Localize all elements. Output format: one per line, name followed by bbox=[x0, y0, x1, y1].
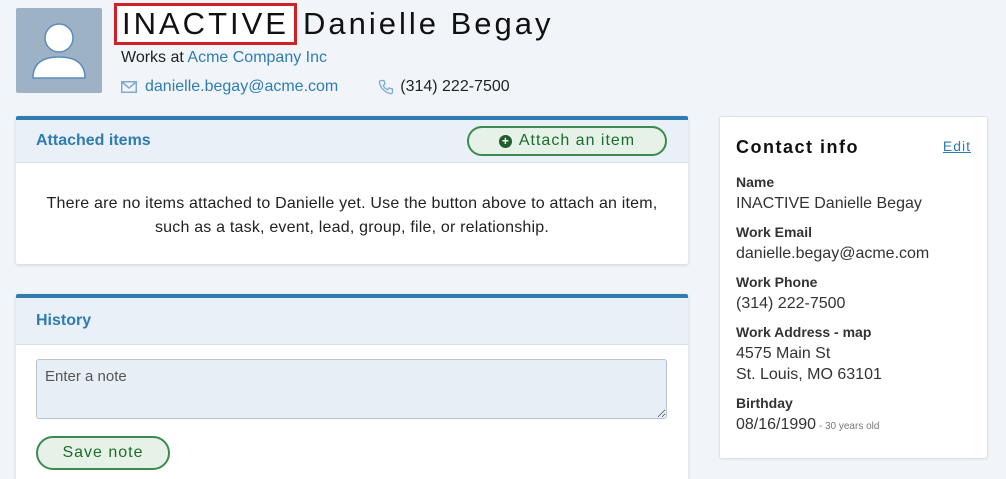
contact-name: Danielle Begay bbox=[302, 6, 554, 41]
works-at-prefix: Works at bbox=[121, 49, 184, 66]
works-at-line: Works at Acme Company Inc bbox=[121, 49, 327, 67]
birthday-label: Birthday bbox=[736, 395, 793, 411]
attached-items-card: Attached items + Attach an item There ar… bbox=[16, 116, 688, 264]
work-address-label: Work Address bbox=[736, 324, 831, 340]
birthday-value: 08/16/1990 bbox=[736, 416, 817, 433]
phone-icon bbox=[378, 79, 394, 95]
attached-items-empty-message: There are no items attached to Danielle … bbox=[46, 195, 658, 236]
work-phone-value[interactable]: (314) 222-7500 bbox=[736, 293, 845, 314]
contact-info-panel: Contact info Edit Name INACTIVE Danielle… bbox=[719, 116, 988, 459]
avatar bbox=[16, 8, 102, 93]
name-field: Name INACTIVE Danielle Begay bbox=[736, 173, 922, 214]
birthday-row: 08/16/1990 - 30 years old bbox=[736, 414, 879, 437]
history-header: History bbox=[16, 298, 688, 345]
address-line-2: St. Louis, MO 63101 bbox=[736, 366, 882, 383]
email-link[interactable]: danielle.begay@acme.com bbox=[145, 78, 338, 96]
work-phone-field: Work Phone (314) 222-7500 bbox=[736, 273, 845, 314]
age-note: - 30 years old bbox=[816, 421, 880, 432]
work-phone-label: Work Phone bbox=[736, 274, 818, 290]
page-title: INACTIVE Danielle Begay bbox=[114, 2, 554, 46]
note-input[interactable] bbox=[36, 359, 667, 419]
save-note-button[interactable]: Save note bbox=[36, 436, 170, 470]
plus-circle-icon: + bbox=[498, 134, 512, 148]
phone-number[interactable]: (314) 222-7500 bbox=[400, 78, 509, 96]
contact-quick-links: danielle.begay@acme.com (314) 222-7500 bbox=[121, 77, 510, 97]
work-email-label: Work Email bbox=[736, 224, 812, 240]
person-placeholder-icon bbox=[32, 23, 86, 79]
attach-item-label: Attach an item bbox=[518, 132, 636, 149]
attached-items-title: Attached items bbox=[36, 132, 151, 149]
address-line-1: 4575 Main St bbox=[736, 345, 831, 362]
history-title: History bbox=[36, 312, 92, 329]
envelope-icon bbox=[121, 81, 137, 93]
work-email-value[interactable]: danielle.begay@acme.com bbox=[736, 243, 929, 264]
birthday-field: Birthday 08/16/1990 - 30 years old bbox=[736, 394, 879, 437]
map-link[interactable]: map bbox=[843, 324, 872, 340]
name-value: INACTIVE Danielle Begay bbox=[736, 195, 922, 212]
edit-contact-link[interactable]: Edit bbox=[943, 138, 971, 154]
address-separator: - bbox=[830, 324, 843, 340]
history-card: History Save note bbox=[16, 294, 688, 479]
name-label: Name bbox=[736, 174, 775, 190]
contact-info-title: Contact info bbox=[736, 137, 859, 157]
work-email-field: Work Email danielle.begay@acme.com bbox=[736, 223, 929, 264]
company-link[interactable]: Acme Company Inc bbox=[187, 49, 327, 66]
inactive-status-tag: INACTIVE bbox=[114, 3, 297, 45]
attached-items-header: Attached items + Attach an item bbox=[16, 120, 688, 163]
attach-item-button[interactable]: + Attach an item bbox=[467, 126, 667, 156]
work-address-field: Work Address - map 4575 Main St St. Loui… bbox=[736, 323, 882, 385]
contact-page: INACTIVE Danielle Begay Works at Acme Co… bbox=[0, 0, 1006, 479]
work-address-label-row: Work Address - map bbox=[736, 323, 882, 341]
